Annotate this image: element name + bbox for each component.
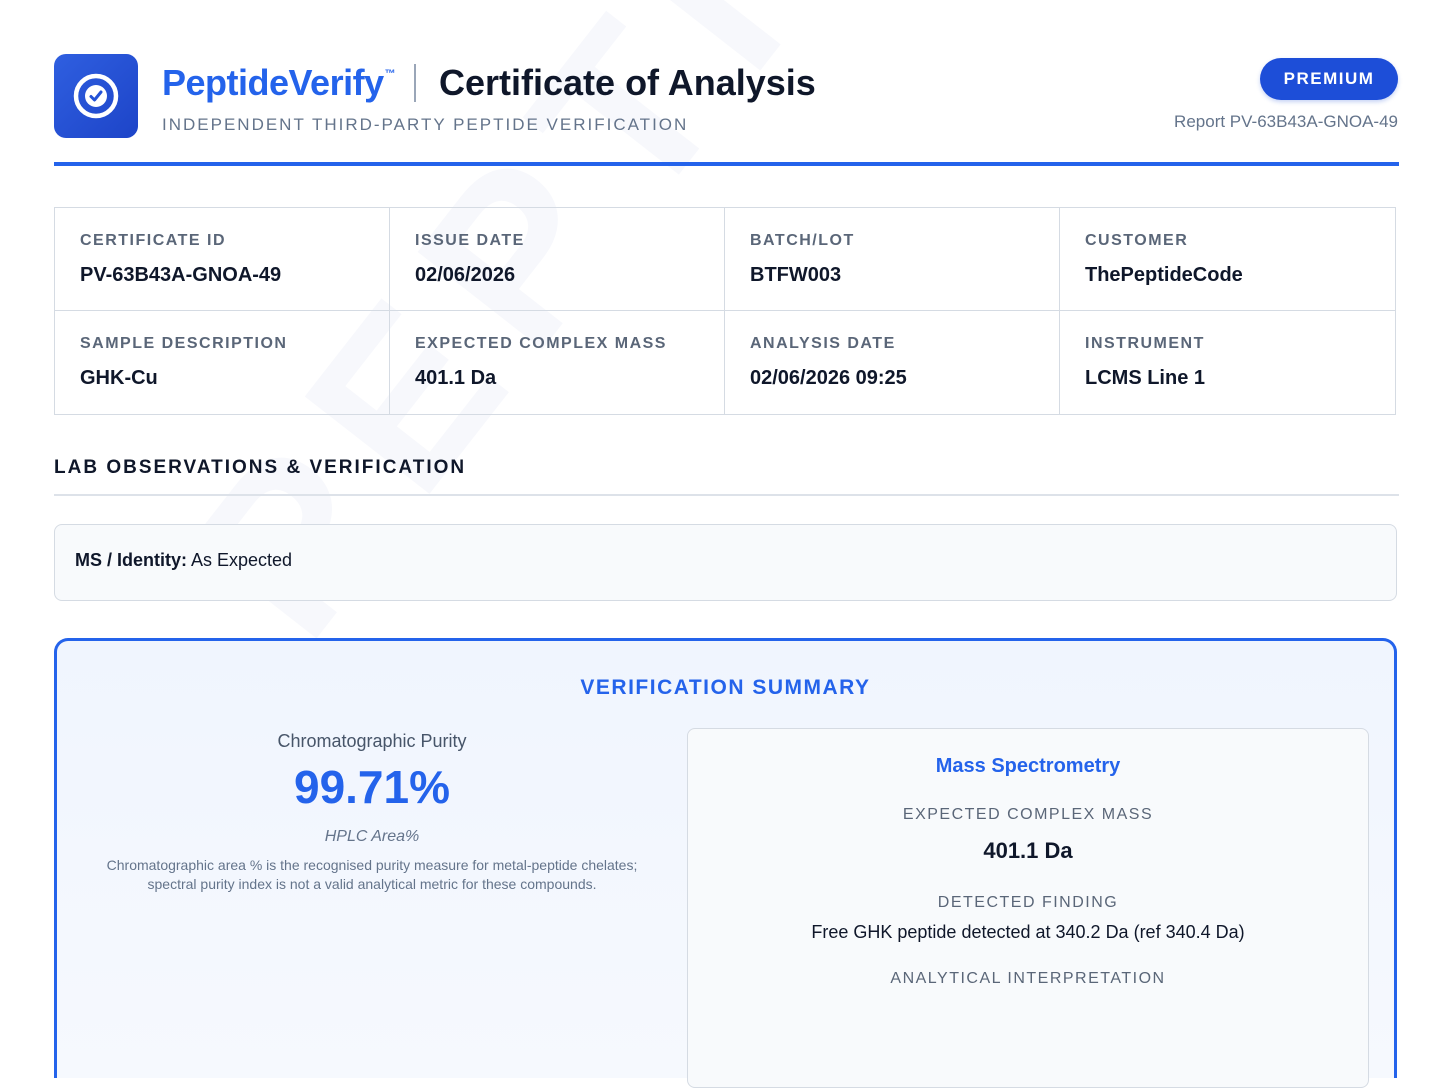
info-label: CUSTOMER — [1085, 232, 1189, 249]
certificate-header: PeptideVerify™ Certificate of Analysis I… — [54, 54, 1398, 164]
info-cell-expected-mass: EXPECTED COMPLEX MASS 401.1 Da — [390, 311, 725, 414]
ms-interpretation-label: ANALYTICAL INTERPRETATION — [890, 970, 1166, 987]
info-label: SAMPLE DESCRIPTION — [80, 335, 288, 352]
info-value: LCMS Line 1 — [1085, 367, 1206, 389]
header-divider — [54, 162, 1399, 166]
tagline: INDEPENDENT THIRD-PARTY PEPTIDE VERIFICA… — [162, 115, 689, 134]
info-cell-batch-lot: BATCH/LOT BTFW003 — [725, 208, 1060, 311]
ms-expected-value: 401.1 Da — [983, 838, 1073, 863]
document-title: Certificate of Analysis — [439, 62, 816, 103]
info-cell-sample-description: SAMPLE DESCRIPTION GHK-Cu — [55, 311, 390, 414]
info-value: ThePeptideCode — [1085, 264, 1243, 286]
info-label: ANALYSIS DATE — [750, 335, 896, 352]
purity-value: 99.71% — [293, 761, 450, 813]
ms-expected-label: EXPECTED COMPLEX MASS — [902, 806, 1154, 823]
summary-title: VERIFICATION SUMMARY — [580, 676, 871, 699]
mass-spectrometry-panel: Mass Spectrometry EXPECTED COMPLEX MASS … — [687, 728, 1369, 1088]
info-cell-analysis-date: ANALYSIS DATE 02/06/2026 09:25 — [725, 311, 1060, 414]
title-separator — [414, 64, 416, 102]
ms-finding-value: Free GHK peptide detected at 340.2 Da (r… — [811, 922, 1245, 942]
observation-label: MS / Identity: — [75, 550, 187, 570]
info-label: CERTIFICATE ID — [80, 232, 227, 249]
section-title-observations: LAB OBSERVATIONS & VERIFICATION — [54, 457, 467, 478]
info-cell-certificate-id: CERTIFICATE ID PV-63B43A-GNOA-49 — [55, 208, 390, 311]
logo — [54, 54, 138, 138]
certificate-info-grid: CERTIFICATE ID PV-63B43A-GNOA-49 ISSUE D… — [54, 207, 1396, 415]
observation-value: As Expected — [191, 550, 293, 570]
info-value: 02/06/2026 — [415, 264, 516, 286]
info-value: 02/06/2026 09:25 — [750, 367, 907, 389]
info-label: ISSUE DATE — [415, 232, 525, 249]
premium-badge: PREMIUM — [1260, 58, 1398, 100]
info-value: PV-63B43A-GNOA-49 — [80, 264, 282, 286]
trademark-mark: ™ — [384, 68, 396, 80]
brand-name: PeptideVerify™ — [162, 62, 396, 103]
info-value: 401.1 Da — [415, 367, 497, 389]
purity-note: Chromatographic area % is the recognised… — [106, 857, 638, 892]
verification-summary: VERIFICATION SUMMARY Chromatographic Pur… — [54, 638, 1397, 1088]
ms-finding-label: DETECTED FINDING — [937, 894, 1119, 911]
info-value: GHK-Cu — [80, 367, 158, 389]
info-cell-customer: CUSTOMER ThePeptideCode — [1060, 208, 1395, 311]
purity-method: HPLC Area% — [324, 828, 420, 845]
info-label: BATCH/LOT — [750, 232, 855, 249]
info-label: EXPECTED COMPLEX MASS — [415, 335, 667, 352]
report-number: Report PV-63B43A-GNOA-49 — [1174, 112, 1398, 131]
purity-panel: Chromatographic Purity 99.71% HPLC Area%… — [87, 731, 657, 894]
section-divider — [54, 494, 1399, 496]
info-cell-instrument: INSTRUMENT LCMS Line 1 — [1060, 311, 1395, 414]
info-label: INSTRUMENT — [1085, 335, 1205, 352]
purity-label: Chromatographic Purity — [277, 731, 467, 751]
info-value: BTFW003 — [750, 264, 842, 286]
check-seal-icon — [73, 73, 119, 119]
ms-title: Mass Spectrometry — [935, 755, 1121, 777]
observation-line: MS / Identity: As Expected — [75, 550, 292, 571]
info-cell-issue-date: ISSUE DATE 02/06/2026 — [390, 208, 725, 311]
observation-box: MS / Identity: As Expected — [54, 524, 1397, 601]
